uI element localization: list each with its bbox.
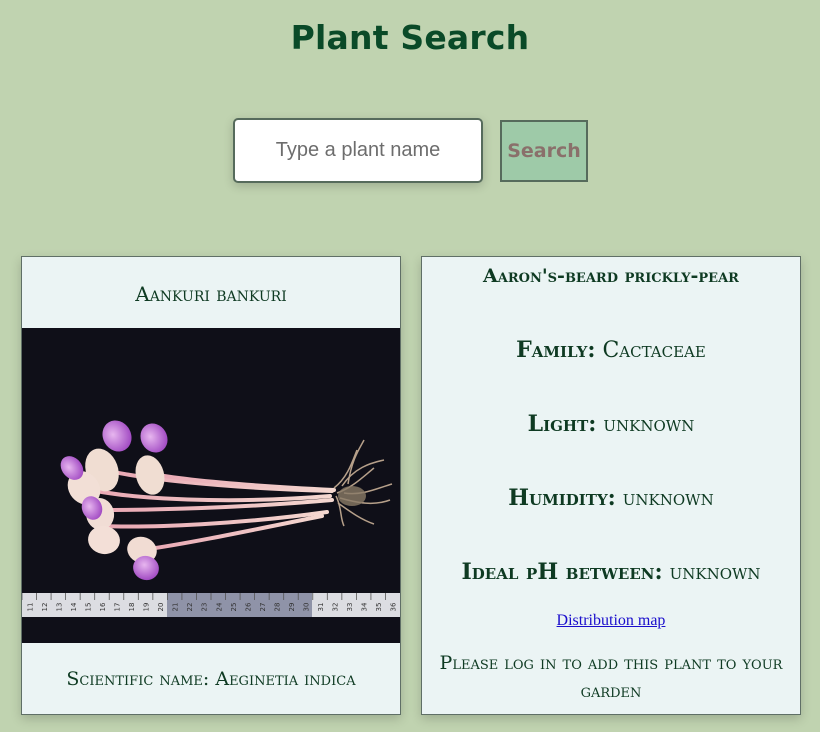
humidity-value: unknown [622,486,714,511]
plant-detail-card: Aaron's-beard prickly-pear Family: Cacta… [421,256,801,715]
tape-mark: 16 [99,602,107,611]
light-label: Light: [527,411,597,437]
scientific-name-label: Scientific name: [66,668,210,690]
tape-mark: 32 [332,603,340,612]
search-button[interactable]: Search [500,120,588,182]
tape-mark: 27 [259,603,267,612]
tape-mark: 17 [114,603,122,612]
tape-mark: 11 [26,603,34,612]
tape-mark: 21 [172,603,180,612]
tape-mark: 18 [128,603,136,612]
light-value: unknown [603,412,695,437]
tape-mark: 22 [186,603,194,612]
humidity-row: Humidity: unknown [422,485,800,511]
detail-plant-name: Aaron's-beard prickly-pear [483,265,739,287]
tape-mark: 24 [215,602,223,611]
tape-mark: 14 [70,602,78,611]
plant-result-card[interactable]: Aankuri bankuri 11 12 13 14 15 16 17 18 … [21,256,401,715]
tape-mark: 26 [244,602,252,611]
tape-mark: 20 [157,603,165,612]
tape-mark: 23 [201,603,209,612]
scientific-name-value: Aeginetia indica [215,668,356,690]
tape-mark: 35 [375,603,383,612]
light-row: Light: unknown [422,411,800,437]
family-value: Cactaceae [602,338,706,363]
tape-mark: 25 [230,603,238,612]
tape-mark: 28 [273,603,281,612]
tape-mark: 34 [361,602,369,611]
tape-mark: 31 [317,603,325,612]
tape-mark: 12 [41,603,49,612]
plant-photo: 11 12 13 14 15 16 17 18 19 20 21 22 23 24 25 26 27 28 29 30… [22,328,400,643]
family-row: Family: Cactaceae [422,337,800,363]
distribution-map-link[interactable]: Distribution map [557,612,666,629]
plant-common-name: Aankuri bankuri [135,282,287,306]
family-label: Family: [516,337,596,363]
tape-mark: 15 [84,603,92,612]
tape-mark: 19 [143,603,151,612]
tape-mark: 13 [55,603,63,612]
tape-mark: 29 [288,603,296,612]
tape-mark: 33 [346,603,354,612]
scientific-name: Scientific name: Aeginetia indica [22,643,400,715]
tape-mark: 30 [303,603,311,612]
search-input[interactable] [233,118,483,183]
tape-mark: 36 [390,602,398,611]
ph-value: unknown [669,560,761,585]
ph-row: Ideal pH between: unknown [422,559,800,585]
login-message: Please log in to add this plant to your … [439,652,783,702]
ph-label: Ideal pH between: [461,559,663,585]
humidity-label: Humidity: [508,485,616,511]
page-title: Plant Search [290,18,530,57]
distribution-link-row: Distribution map [422,612,800,630]
